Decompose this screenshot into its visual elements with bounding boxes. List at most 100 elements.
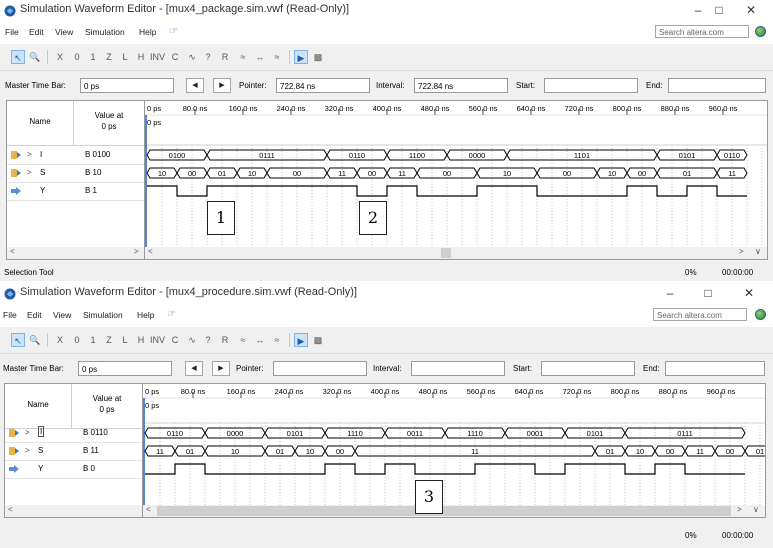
start-field[interactable] bbox=[541, 361, 635, 376]
globe-icon[interactable] bbox=[755, 26, 766, 37]
signal-row-s[interactable]: > S B 10 bbox=[7, 164, 144, 183]
waveform-scrollbar[interactable]: < > ∨ bbox=[143, 505, 765, 517]
scroll-left-icon[interactable]: < bbox=[8, 505, 13, 514]
expand-chevron-icon[interactable]: > bbox=[25, 446, 30, 455]
next-transition-button[interactable]: ▶ bbox=[212, 361, 230, 376]
close-icon[interactable]: ✕ bbox=[739, 285, 759, 301]
maximize-icon[interactable]: □ bbox=[698, 285, 718, 301]
minimize-icon[interactable]: – bbox=[688, 2, 708, 18]
scroll-left-icon[interactable]: < bbox=[148, 247, 153, 256]
menu-simulation[interactable]: Simulation bbox=[85, 27, 125, 37]
signal-row-y[interactable]: Y B 1 bbox=[7, 182, 144, 201]
scroll-right-icon[interactable]: > bbox=[134, 247, 139, 256]
scrollbar-thumb[interactable] bbox=[441, 248, 451, 258]
master-time-bar-field[interactable]: 0 ps bbox=[78, 361, 172, 376]
waveform-scrollbar[interactable]: < > ∨ bbox=[145, 247, 767, 259]
interval-field[interactable]: 722.84 ns bbox=[414, 78, 508, 93]
search-input[interactable]: Search altera.com bbox=[653, 308, 747, 321]
arbitrary-value-icon[interactable]: ? bbox=[201, 333, 215, 347]
interval-field[interactable] bbox=[411, 361, 505, 376]
signal-list-scrollbar[interactable]: < > bbox=[7, 247, 144, 259]
menu-file[interactable]: File bbox=[5, 27, 19, 37]
search-input[interactable]: Search altera.com bbox=[655, 25, 749, 38]
pointer-field[interactable] bbox=[273, 361, 367, 376]
scroll-right-icon[interactable]: > bbox=[739, 247, 744, 256]
previous-transition-button[interactable]: ◀ bbox=[185, 361, 203, 376]
weak-high-icon[interactable]: H bbox=[134, 50, 148, 64]
high-impedance-icon[interactable]: Z bbox=[102, 50, 116, 64]
wave-area[interactable]: 0 ps 80.0 ns 160.0 ns 240.0 ns 320.0 ns 400.0… bbox=[145, 101, 767, 259]
waveform-plot[interactable]: 0 ps 80.0 ns 160.0 ns 240.0 ns 320.0 ns 400.0… bbox=[145, 101, 767, 247]
start-field[interactable] bbox=[544, 78, 638, 93]
zoom-tool-icon[interactable]: 🔍 bbox=[28, 333, 42, 347]
zoom-fit-icon[interactable]: ↔ bbox=[253, 50, 267, 64]
master-time-bar-field[interactable]: 0 ps bbox=[80, 78, 174, 93]
menu-help[interactable]: Help bbox=[137, 310, 154, 320]
clock-icon[interactable]: ∿ bbox=[185, 333, 199, 347]
random-value-icon[interactable]: R bbox=[218, 50, 232, 64]
weak-low-icon[interactable]: L bbox=[118, 50, 132, 64]
minimize-icon[interactable]: – bbox=[660, 285, 680, 301]
waveform-options-icon[interactable]: ≈ bbox=[270, 333, 284, 347]
expand-chevron-icon[interactable]: > bbox=[27, 150, 32, 159]
uninitialized-icon[interactable]: X bbox=[53, 50, 67, 64]
selection-tool-icon[interactable]: ↖ bbox=[11, 50, 25, 64]
zoom-tool-icon[interactable]: 🔍 bbox=[28, 50, 42, 64]
menu-simulation[interactable]: Simulation bbox=[83, 310, 123, 320]
arbitrary-value-icon[interactable]: ? bbox=[201, 50, 215, 64]
menu-file[interactable]: File bbox=[3, 310, 17, 320]
menu-edit[interactable]: Edit bbox=[27, 310, 42, 320]
run-functional-simulation-icon[interactable]: ▶ bbox=[294, 333, 308, 347]
forcing-high-icon[interactable]: 1 bbox=[86, 333, 100, 347]
help-icon[interactable]: ☞ bbox=[169, 26, 178, 37]
menu-view[interactable]: View bbox=[55, 27, 73, 37]
waveform-plot[interactable]: 0 ps 80.0 ns 160.0 ns 240.0 ns 320.0 ns 400.0… bbox=[143, 384, 765, 505]
wave-area[interactable]: 0 ps 80.0 ns 160.0 ns 240.0 ns 320.0 ns 400.0… bbox=[143, 384, 765, 517]
menu-view[interactable]: View bbox=[53, 310, 71, 320]
run-timing-simulation-icon[interactable]: ▩ bbox=[311, 50, 325, 64]
waveform-options-icon[interactable]: ≈ bbox=[270, 50, 284, 64]
close-icon[interactable]: ✕ bbox=[741, 2, 761, 18]
scroll-right-end-icon[interactable]: ∨ bbox=[755, 247, 761, 256]
random-value-icon[interactable]: R bbox=[218, 333, 232, 347]
expand-chevron-icon[interactable]: > bbox=[27, 168, 32, 177]
scrollbar-thumb[interactable] bbox=[157, 506, 731, 516]
pointer-field[interactable]: 722.84 ns bbox=[276, 78, 370, 93]
maximize-icon[interactable]: □ bbox=[709, 2, 729, 18]
next-transition-button[interactable]: ▶ bbox=[213, 78, 231, 93]
signal-row-i[interactable]: > I B 0110 bbox=[5, 424, 142, 443]
scroll-right-end-icon[interactable]: ∨ bbox=[753, 505, 759, 514]
signal-row-y[interactable]: Y B 0 bbox=[5, 460, 142, 479]
invert-icon[interactable]: INV bbox=[150, 50, 165, 64]
run-timing-simulation-icon[interactable]: ▩ bbox=[311, 333, 325, 347]
run-functional-simulation-icon[interactable]: ▶ bbox=[294, 50, 308, 64]
help-icon[interactable]: ☞ bbox=[167, 309, 176, 320]
weak-low-icon[interactable]: L bbox=[118, 333, 132, 347]
forcing-high-icon[interactable]: 1 bbox=[86, 50, 100, 64]
menu-edit[interactable]: Edit bbox=[29, 27, 44, 37]
count-value-icon[interactable]: C bbox=[168, 50, 182, 64]
weak-high-icon[interactable]: H bbox=[134, 333, 148, 347]
selection-tool-icon[interactable]: ↖ bbox=[11, 333, 25, 347]
invert-icon[interactable]: INV bbox=[150, 333, 165, 347]
clock-icon[interactable]: ∿ bbox=[185, 50, 199, 64]
uninitialized-icon[interactable]: X bbox=[53, 333, 67, 347]
snap-to-grid-icon[interactable]: ≈ bbox=[236, 333, 250, 347]
scroll-left-icon[interactable]: < bbox=[10, 247, 15, 256]
previous-transition-button[interactable]: ◀ bbox=[186, 78, 204, 93]
expand-chevron-icon[interactable]: > bbox=[25, 428, 30, 437]
signal-row-i[interactable]: > I B 0100 bbox=[7, 146, 144, 165]
menu-help[interactable]: Help bbox=[139, 27, 156, 37]
end-field[interactable] bbox=[665, 361, 765, 376]
forcing-low-icon[interactable]: 0 bbox=[70, 50, 84, 64]
globe-icon[interactable] bbox=[755, 309, 766, 320]
end-field[interactable] bbox=[668, 78, 766, 93]
high-impedance-icon[interactable]: Z bbox=[102, 333, 116, 347]
count-value-icon[interactable]: C bbox=[168, 333, 182, 347]
zoom-fit-icon[interactable]: ↔ bbox=[253, 333, 267, 347]
scroll-left-icon[interactable]: < bbox=[146, 505, 151, 514]
signal-row-s[interactable]: > S B 11 bbox=[5, 442, 142, 461]
scroll-right-icon[interactable]: > bbox=[737, 505, 742, 514]
signal-list-scrollbar[interactable]: < bbox=[5, 505, 142, 517]
snap-to-grid-icon[interactable]: ≈ bbox=[236, 50, 250, 64]
